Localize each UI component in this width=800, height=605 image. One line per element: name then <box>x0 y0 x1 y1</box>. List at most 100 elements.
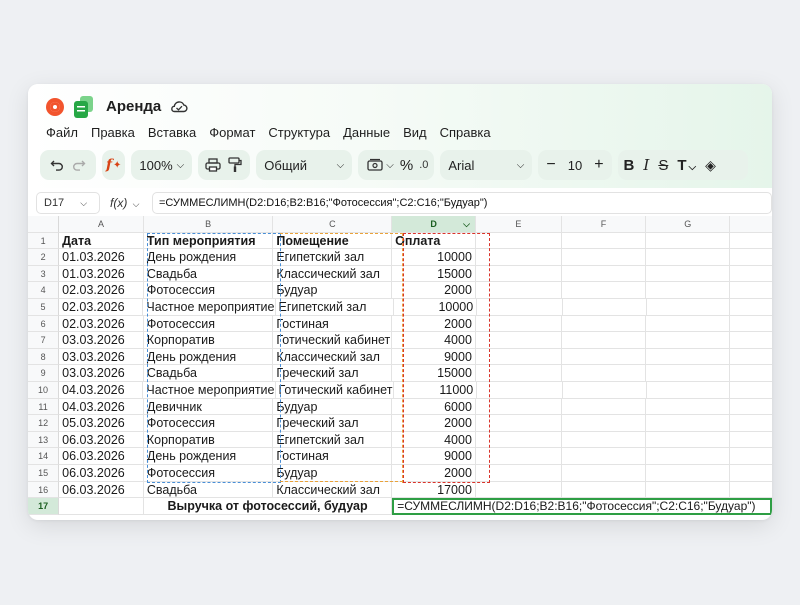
date-cell[interactable]: 06.03.2026 <box>59 431 144 449</box>
percent-icon[interactable]: % <box>400 157 413 174</box>
menu-help[interactable]: Справка <box>440 125 491 140</box>
type-cell[interactable]: Фотосессия <box>143 415 274 432</box>
payment-cell[interactable]: 6000 <box>392 398 476 416</box>
cell[interactable] <box>475 431 562 449</box>
yandex-logo-icon[interactable] <box>46 98 64 116</box>
number-format-select[interactable]: Общий ⌵ <box>256 150 353 180</box>
date-cell[interactable]: 06.03.2026 <box>59 464 144 482</box>
select-all-corner[interactable] <box>28 216 60 233</box>
type-cell[interactable]: Корпоратив <box>143 431 274 449</box>
cell[interactable] <box>730 282 772 299</box>
cell[interactable] <box>475 232 562 250</box>
row-header[interactable]: 13 <box>28 431 60 449</box>
payment-cell[interactable]: 10000 <box>393 298 478 316</box>
date-cell[interactable]: 03.03.2026 <box>59 332 144 349</box>
room-cell[interactable]: Классический зал <box>273 481 393 499</box>
cell[interactable] <box>475 249 562 266</box>
payment-cell[interactable]: 17000 <box>392 481 476 499</box>
row-header[interactable]: 5 <box>28 298 60 316</box>
font-family-select[interactable]: Arial ⌵ <box>440 150 533 180</box>
cell[interactable] <box>475 415 562 432</box>
row-header[interactable]: 8 <box>28 348 60 366</box>
cell[interactable] <box>561 249 647 266</box>
cell[interactable] <box>475 265 562 283</box>
room-cell[interactable]: Египетский зал <box>273 431 393 449</box>
row-header[interactable]: 3 <box>28 265 60 283</box>
date-cell[interactable]: 03.03.2026 <box>59 348 144 366</box>
strikethrough-icon[interactable]: S <box>658 157 668 174</box>
cell[interactable] <box>561 348 647 366</box>
payment-cell[interactable]: 9000 <box>392 448 476 465</box>
cell[interactable] <box>730 399 772 416</box>
header-cell-date[interactable]: Дата <box>59 232 144 250</box>
cell[interactable] <box>561 448 647 465</box>
row-header[interactable]: 14 <box>28 448 60 465</box>
column-header-h[interactable] <box>730 216 772 233</box>
cell[interactable] <box>730 365 772 382</box>
paint-format-icon[interactable] <box>224 154 246 176</box>
date-cell[interactable]: 02.03.2026 <box>59 298 144 316</box>
row-header[interactable]: 11 <box>28 398 60 416</box>
cell[interactable] <box>730 249 772 266</box>
column-header-g[interactable]: G <box>646 216 731 233</box>
summary-label[interactable]: Выручка от фотосессий, будуар <box>143 498 393 515</box>
room-cell[interactable]: Будуар <box>273 398 393 416</box>
cell[interactable] <box>730 266 772 283</box>
column-header-d[interactable]: D ⌵ <box>392 216 476 233</box>
cell[interactable] <box>561 464 647 482</box>
payment-cell[interactable]: 10000 <box>392 249 476 266</box>
cell[interactable] <box>475 315 562 333</box>
cell[interactable] <box>646 282 731 299</box>
cell[interactable] <box>730 332 772 349</box>
type-cell[interactable]: Частное мероприятие <box>143 381 276 399</box>
payment-cell[interactable]: 2000 <box>392 415 476 432</box>
zoom-select[interactable]: 100% ⌵ <box>131 150 193 180</box>
date-cell[interactable]: 05.03.2026 <box>59 415 144 432</box>
row-header[interactable]: 9 <box>28 365 60 382</box>
cell[interactable] <box>561 365 647 382</box>
cell[interactable] <box>646 381 731 399</box>
room-cell[interactable]: Будуар <box>273 464 393 482</box>
date-cell[interactable]: 01.03.2026 <box>59 265 144 283</box>
room-cell[interactable]: Гостиная <box>273 315 393 333</box>
cell[interactable] <box>477 381 563 399</box>
cell[interactable] <box>475 365 562 382</box>
name-box[interactable]: D17 ⌵ <box>36 192 100 214</box>
cell[interactable] <box>730 382 772 399</box>
cell[interactable] <box>646 398 731 416</box>
row-header[interactable]: 7 <box>28 332 60 349</box>
menu-structure[interactable]: Структура <box>268 125 330 140</box>
redo-icon[interactable] <box>68 154 90 176</box>
date-cell[interactable]: 02.03.2026 <box>59 315 144 333</box>
payment-cell[interactable]: 11000 <box>393 381 478 399</box>
column-header-b[interactable]: B <box>143 216 274 233</box>
date-cell[interactable]: 03.03.2026 <box>59 365 144 382</box>
row-header[interactable]: 2 <box>28 249 60 266</box>
payment-cell[interactable]: 9000 <box>392 348 476 366</box>
room-cell[interactable]: Египетский зал <box>273 249 393 266</box>
row-header[interactable]: 6 <box>28 315 60 333</box>
payment-cell[interactable]: 4000 <box>392 431 476 449</box>
cell[interactable] <box>59 498 144 515</box>
type-cell[interactable]: День рождения <box>143 448 274 465</box>
menu-data[interactable]: Данные <box>343 125 390 140</box>
room-cell[interactable]: Египетский зал <box>275 298 394 316</box>
payment-cell[interactable]: 4000 <box>392 332 476 349</box>
row-header[interactable]: 10 <box>28 381 60 399</box>
date-cell[interactable]: 04.03.2026 <box>59 381 144 399</box>
menu-edit[interactable]: Правка <box>91 125 135 140</box>
cell[interactable] <box>730 233 772 250</box>
font-size-value[interactable]: 10 <box>568 158 582 173</box>
room-cell[interactable]: Будуар <box>273 282 393 299</box>
room-cell[interactable]: Греческий зал <box>273 415 393 432</box>
fx-button[interactable]: f(x) ⌵ <box>110 196 146 210</box>
cell[interactable] <box>562 381 647 399</box>
cell[interactable] <box>730 299 772 316</box>
cell[interactable] <box>646 332 731 349</box>
formula-input[interactable]: =СУММЕСЛИМН(D2:D16;B2:B16;"Фотосессия";C… <box>152 192 772 214</box>
column-header-e[interactable]: E <box>475 216 562 233</box>
cell[interactable] <box>475 398 562 416</box>
menu-format[interactable]: Формат <box>209 125 255 140</box>
row-header[interactable]: 15 <box>28 464 60 482</box>
type-cell[interactable]: День рождения <box>143 249 274 266</box>
